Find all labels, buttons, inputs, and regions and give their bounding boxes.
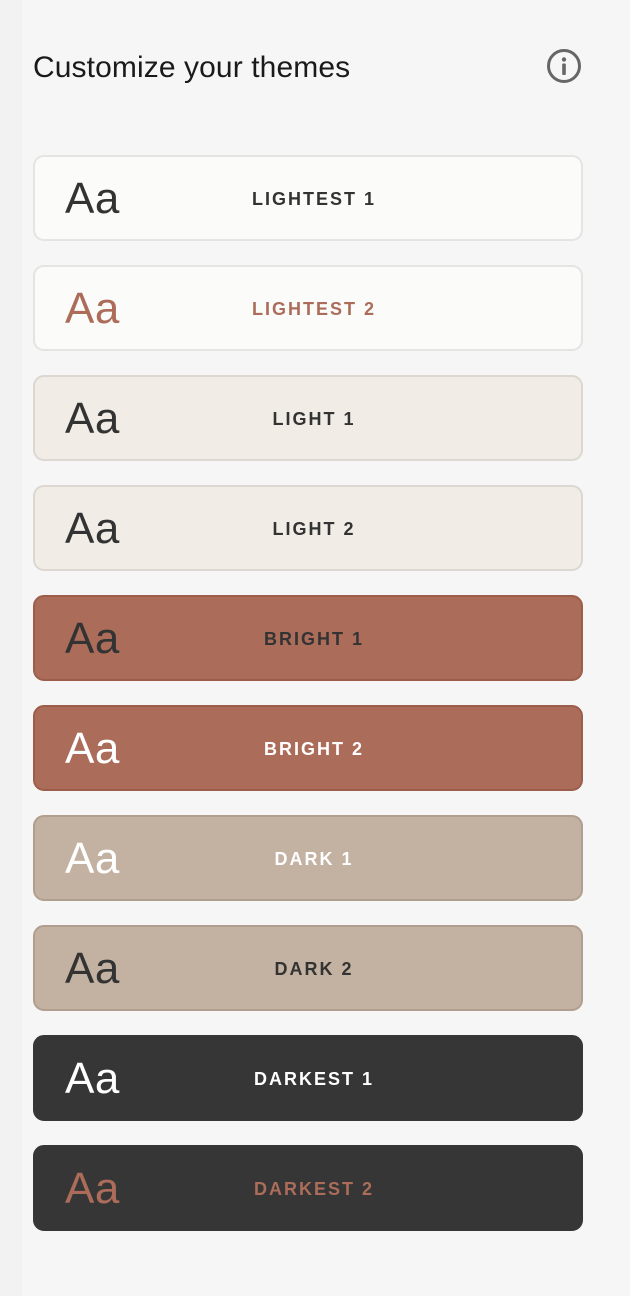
theme-label: LIGHT 2 (272, 519, 356, 539)
theme-option-bright-1[interactable]: Aa BRIGHT 1 (33, 595, 583, 681)
theme-label: DARKEST 2 (253, 1179, 374, 1199)
theme-option-darkest-1[interactable]: Aa DARKEST 1 (33, 1035, 583, 1121)
info-icon[interactable] (547, 49, 581, 83)
panel-header: Customize your themes (33, 46, 583, 90)
theme-label: LIGHTEST 1 (251, 189, 376, 209)
theme-label: LIGHT 1 (272, 409, 356, 429)
theme-option-bright-2[interactable]: Aa BRIGHT 2 (33, 705, 583, 791)
theme-label: BRIGHT 2 (263, 739, 364, 759)
theme-option-darkest-2[interactable]: Aa DARKEST 2 (33, 1145, 583, 1231)
theme-option-dark-1[interactable]: Aa DARK 1 (33, 815, 583, 901)
theme-option-lightest-1[interactable]: Aa LIGHTEST 1 (33, 155, 583, 241)
theme-option-light-1[interactable]: Aa LIGHT 1 (33, 375, 583, 461)
theme-label: DARK 1 (274, 849, 354, 869)
theme-option-light-2[interactable]: Aa LIGHT 2 (33, 485, 583, 571)
theme-list: Aa LIGHTEST 1 Aa LIGHTEST 2 Aa LIGHT 1 Aa LIGHT… (33, 155, 583, 1255)
theme-label: DARK 2 (274, 959, 354, 979)
theme-option-lightest-2[interactable]: Aa LIGHTEST 2 (33, 265, 583, 351)
theme-label: BRIGHT 1 (263, 629, 364, 649)
theme-label: DARKEST 1 (253, 1069, 374, 1089)
left-edge-strip (0, 0, 22, 1296)
theme-option-dark-2[interactable]: Aa DARK 2 (33, 925, 583, 1011)
theme-label: LIGHTEST 2 (251, 299, 376, 319)
page-title: Customize your themes (33, 51, 351, 84)
